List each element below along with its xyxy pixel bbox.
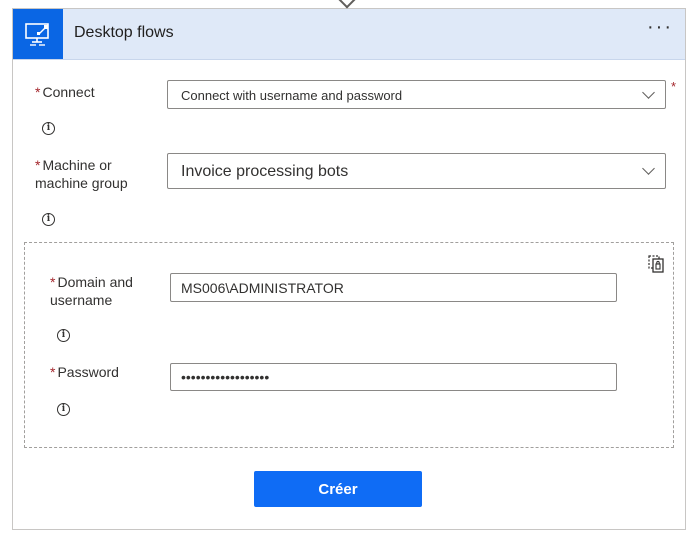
password-label: * Password (50, 363, 119, 381)
machine-info-icon[interactable]: i (42, 213, 55, 226)
chevron-down-icon (642, 162, 655, 175)
required-mark: * (35, 84, 41, 100)
domain-label-line2: username (50, 292, 113, 308)
domain-label: * Domain and username (50, 273, 133, 309)
password-info-icon[interactable]: i (57, 403, 70, 416)
password-input[interactable] (170, 363, 617, 391)
card-title: Desktop flows (74, 24, 174, 41)
required-mark: * (671, 79, 677, 94)
desktop-flow-icon (13, 9, 63, 59)
domain-label-line1: Domain and (57, 274, 133, 290)
machine-dropdown-value: Invoice processing bots (181, 163, 349, 180)
connect-dropdown-value: Connect with username and password (181, 88, 403, 103)
required-mark: * (35, 157, 41, 173)
connect-label-text: Connect (42, 84, 95, 100)
password-label-text: Password (57, 364, 119, 380)
machine-label-line1: Machine or (42, 157, 112, 173)
machine-label-line2: machine group (35, 175, 128, 191)
required-mark: * (50, 364, 56, 380)
required-mark: * (50, 274, 56, 290)
copy-icon[interactable] (647, 254, 665, 279)
machine-label: * Machine or machine group (35, 156, 128, 192)
chevron-down-icon (642, 86, 655, 99)
machine-dropdown[interactable]: Invoice processing bots (167, 153, 666, 189)
more-options-icon[interactable]: ··· (647, 17, 673, 37)
domain-username-input[interactable] (170, 273, 617, 302)
domain-info-icon[interactable]: i (57, 329, 70, 342)
connect-info-icon[interactable]: i (42, 122, 55, 135)
connect-label: * Connect (35, 83, 95, 101)
create-button[interactable]: Créer (254, 471, 422, 507)
card-header: Desktop flows ··· (13, 9, 685, 60)
connect-dropdown[interactable]: Connect with username and password (167, 80, 666, 109)
